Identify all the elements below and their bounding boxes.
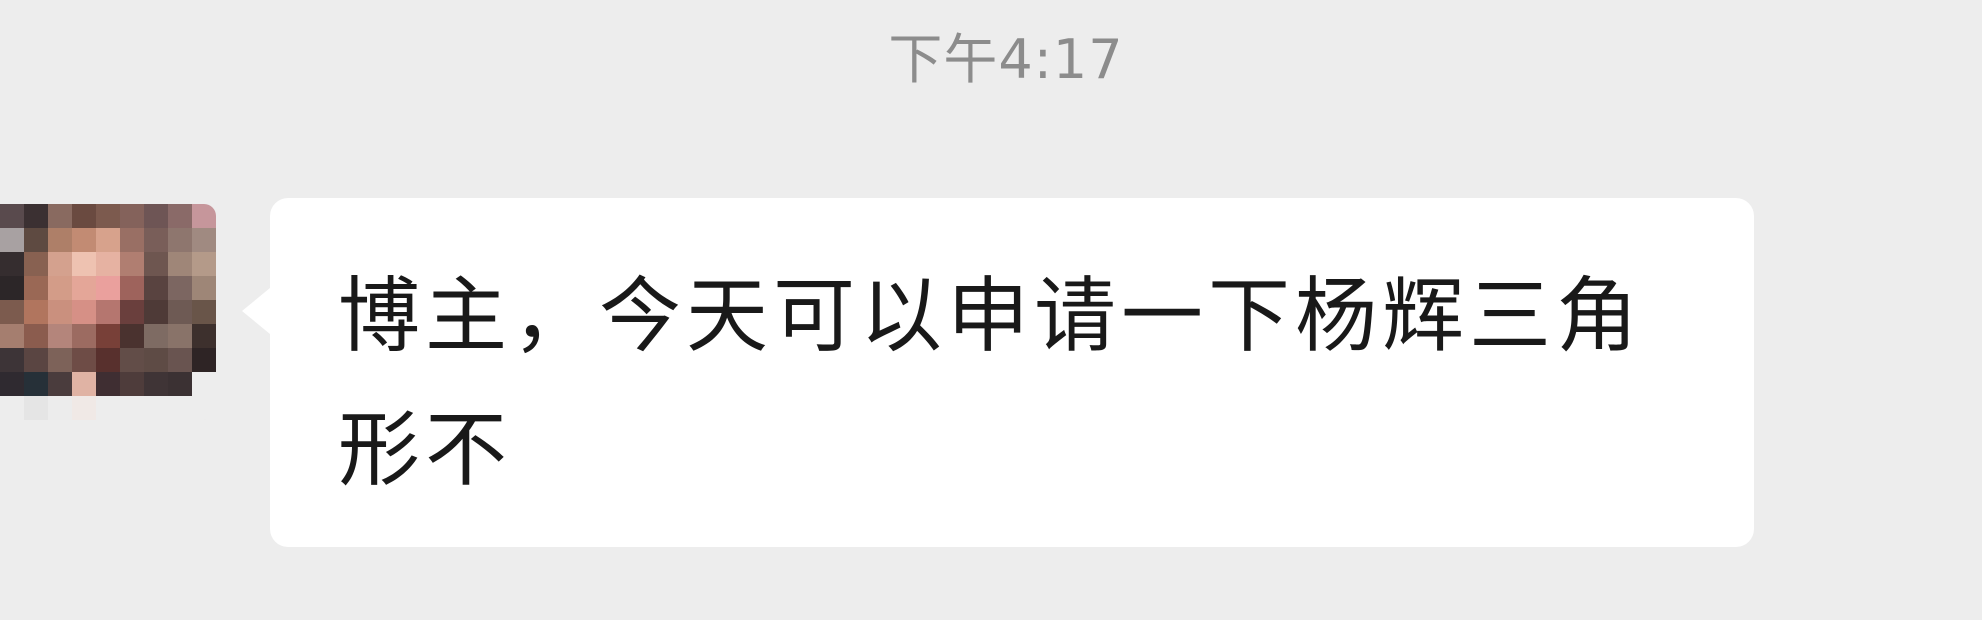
incoming-message-row: 博主，今天可以申请一下杨辉三角形不 — [0, 198, 1982, 558]
message-text: 博主，今天可以申请一下杨辉三角形不 — [338, 269, 1644, 498]
bubble-tail — [242, 288, 270, 334]
message-timestamp: 下午4:17 — [888, 28, 1124, 91]
pixelated-avatar-icon[interactable] — [0, 204, 216, 420]
message-bubble[interactable]: 博主，今天可以申请一下杨辉三角形不 — [270, 198, 1754, 547]
